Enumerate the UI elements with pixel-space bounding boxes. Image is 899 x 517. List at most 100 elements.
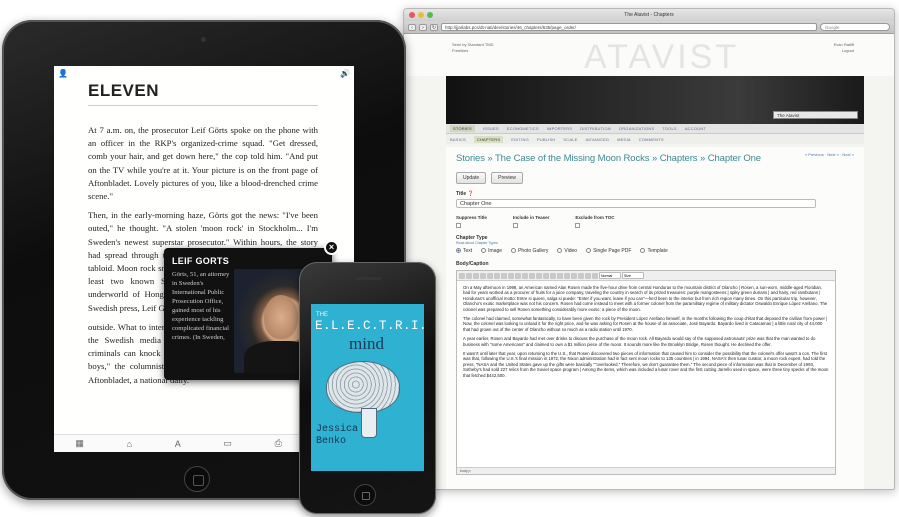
story-banner: The Atavist [446,76,864,124]
book-cover[interactable]: THE E.L.E.C.T.R.I.C mind Jessica Benko [311,304,424,471]
include-teaser-checkbox[interactable] [512,223,518,228]
cover-title: E.L.E.C.T.R.I.C [315,319,424,333]
toolbar-icon[interactable] [536,272,542,279]
character-bio: Görts, 51, an attorney in Sweden's Inter… [172,271,230,341]
chapter-pager[interactable]: « Previous · Next » · Next » [805,152,854,157]
format-select[interactable]: Normal [599,272,621,279]
reload-icon[interactable]: ↻ [430,23,438,31]
tab-publish[interactable]: PUBLISH [537,137,556,142]
site-logo[interactable]: ATAVIST [584,37,739,77]
tab-advanced[interactable]: ADVANCED [586,137,610,142]
chapter-type-help-link[interactable]: Read about Chapter Types [456,241,854,245]
toolbar-icon[interactable] [550,272,556,279]
tab-media[interactable]: MEDIA [617,137,631,142]
speaker [355,277,381,280]
title-field[interactable]: Chapter One [456,199,816,208]
editor-statusbar: body p [457,467,835,474]
story-select[interactable]: The Atavist [773,111,858,119]
toolbar-icon[interactable] [564,272,570,279]
tab-chapters[interactable]: CHAPTERS [473,135,504,143]
rich-text-editor[interactable]: Normal Size On a May afternoon in 1998, … [456,270,836,475]
close-icon[interactable]: × [324,240,339,255]
toolbar-icon[interactable] [473,272,479,279]
tab-account[interactable]: ACCOUNT [685,126,706,131]
editor-toolbar: Normal Size [457,271,835,281]
bookmark-icon[interactable]: ⌂ [127,439,132,449]
body-label: Body/Caption [456,261,489,267]
radio-photo-gallery[interactable]: Photo Gallery [511,248,548,254]
tab-importers[interactable]: IMPORTERS [547,126,573,131]
reader-paragraph: At 7 a.m. on, the prosecutor Leif Görts … [88,125,318,202]
font-size-icon[interactable]: A [175,439,181,449]
minimize-window-icon[interactable] [418,12,424,18]
toolbar-icon[interactable] [522,272,528,279]
tab-issues[interactable]: ISSUES [483,126,499,131]
toolbar-icon[interactable] [557,272,563,279]
book-icon[interactable]: ▦ [75,438,84,449]
toolbar-icon[interactable] [515,272,521,279]
chapter-options: Suppress Title Include in Teaser Exclude… [456,215,854,228]
size-select[interactable]: Size [622,272,644,279]
search-placeholder: Google [825,25,840,30]
toolbar-icon[interactable] [529,272,535,279]
browser-window: The Atavist - Chapters ‹ › ↻ http://jjar… [403,8,895,490]
toolbar-icon[interactable] [480,272,486,279]
home-button[interactable] [184,466,210,492]
brain-illustration [327,362,399,412]
site-header: Semi by Standard TMD Freelikes ATAVIST E… [404,34,894,76]
toolbar-icon[interactable] [487,272,493,279]
search-input[interactable]: Google [820,23,890,31]
radio-image[interactable]: Image [481,248,502,254]
editor-paragraph: A year earlier, Rosen and Bayardo had me… [463,336,816,347]
back-icon[interactable]: ‹ [408,23,416,31]
update-button[interactable]: Update [456,172,487,184]
suppress-title-checkbox[interactable] [456,223,461,228]
zoom-window-icon[interactable] [427,12,433,18]
toolbar-icon[interactable] [592,272,598,279]
toolbar-icon[interactable] [494,272,500,279]
tab-comments[interactable]: COMMENTS [639,137,664,142]
radio-text[interactable]: Text [456,248,472,254]
tab-econometics[interactable]: ECONOMETICS [507,126,539,131]
breadcrumb[interactable]: Stories » The Case of the Missing Moon R… [456,153,854,164]
toolbar-icon[interactable] [508,272,514,279]
camera-icon [201,37,206,42]
window-title: The Atavist - Chapters [624,12,674,18]
forward-icon[interactable]: › [419,23,427,31]
tab-organizations[interactable]: ORGANIZATIONS [619,126,654,131]
tab-tools[interactable]: TOOLS [662,126,677,131]
preview-button[interactable]: Preview [491,172,523,184]
audio-icon[interactable]: 🔊 [340,69,350,78]
help-icon[interactable]: ❓ [468,191,474,197]
header-link[interactable]: Freelikes [452,48,494,54]
iphone-device: THE E.L.E.C.T.R.I.C mind Jessica Benko [299,262,436,514]
exclude-toc-checkbox[interactable] [575,223,581,228]
radio-video[interactable]: Video [557,248,577,254]
radio-single-page-pdf[interactable]: Single Page PDF [586,248,631,254]
tab-scale[interactable]: SCALE [563,137,577,142]
toolbar-icon[interactable] [501,272,507,279]
tab-editing[interactable]: EDITING [511,137,529,142]
home-button[interactable] [354,484,376,506]
radio-template[interactable]: Template [640,248,668,254]
toolbar-icon[interactable] [585,272,591,279]
primary-tabs: STORIES ISSUES ECONOMETICS IMPORTERS DIS… [446,124,864,134]
browser-toolbar: ‹ › ↻ http://jjarlabs.pcs/dt-nati/dev/st… [404,21,894,34]
logout-link[interactable]: Logout [834,48,854,54]
toolbar-icon[interactable] [571,272,577,279]
people-icon[interactable]: 👤 [58,69,68,78]
tab-basics[interactable]: BASICS [450,137,466,142]
close-window-icon[interactable] [409,12,415,18]
comment-icon[interactable]: ▭ [223,438,232,449]
toolbar-icon[interactable] [459,272,465,279]
chapter-type-radios: Text Image Photo Gallery Video Single Pa… [456,248,854,254]
toolbar-icon[interactable] [578,272,584,279]
share-icon[interactable]: ⎙ [275,438,282,449]
tab-stories[interactable]: STORIES [450,125,475,132]
toolbar-icon[interactable] [543,272,549,279]
toolbar-icon[interactable] [466,272,472,279]
url-bar[interactable]: http://jjarlabs.pcs/dt-nati/dev/stories/… [441,23,817,31]
title-label: Title ❓ [456,191,474,197]
tab-distribution[interactable]: DISTRIBUTION [580,126,611,131]
editor-body[interactable]: On a May afternoon in 1998, an American … [457,281,835,386]
